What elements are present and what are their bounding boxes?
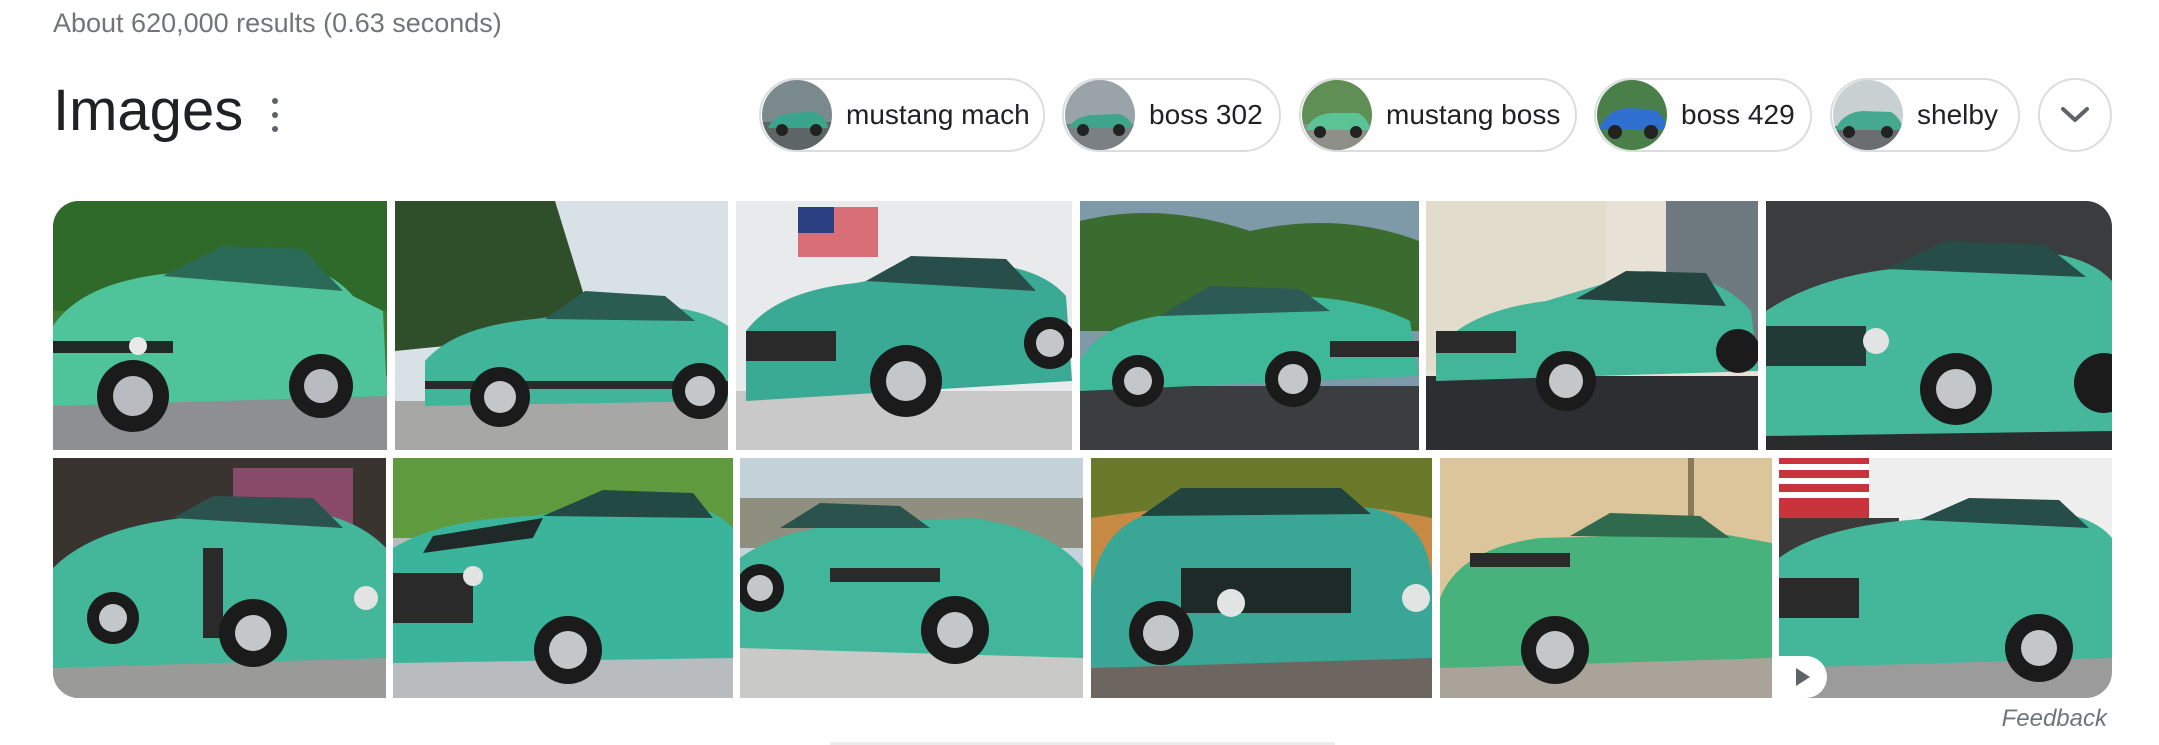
chip-boss-302[interactable]: boss 302 [1062,78,1281,152]
image-result[interactable] [395,201,728,450]
image-result[interactable] [740,458,1083,698]
chip-thumbnail [1833,80,1903,150]
more-vert-icon[interactable] [262,98,288,132]
feedback-link[interactable]: Feedback [2002,705,2107,733]
chip-label: boss 429 [1681,99,1795,130]
chip-label: mustang boss [1386,99,1561,130]
image-result[interactable] [53,458,386,698]
image-result[interactable] [1426,201,1758,450]
chip-thumbnail [1302,80,1372,150]
chip-label: mustang mach [846,99,1030,130]
play-icon[interactable] [1779,656,1827,698]
chip-boss-429[interactable]: boss 429 [1594,78,1812,152]
chip-mustang-boss[interactable]: mustang boss [1299,78,1577,152]
chip-label: shelby [1917,99,1998,130]
image-result[interactable] [393,458,733,698]
image-result[interactable] [1080,201,1419,450]
image-result[interactable] [1779,458,2112,698]
image-grid [53,201,2112,698]
images-section-title: Images [53,78,244,143]
chip-label: boss 302 [1149,99,1263,130]
chip-thumbnail [1065,80,1135,150]
chip-thumbnail [762,80,832,150]
image-result[interactable] [736,201,1072,450]
chip-shelby[interactable]: shelby [1830,78,2020,152]
results-stats: About 620,000 results (0.63 seconds) [53,8,502,38]
image-result[interactable] [53,201,387,450]
image-result[interactable] [1091,458,1432,698]
chip-mustang-mach[interactable]: mustang mach [759,78,1045,152]
chevron-down-icon[interactable] [2038,78,2112,152]
image-result[interactable] [1440,458,1772,698]
chip-thumbnail [1597,80,1667,150]
image-result[interactable] [1766,201,2112,450]
